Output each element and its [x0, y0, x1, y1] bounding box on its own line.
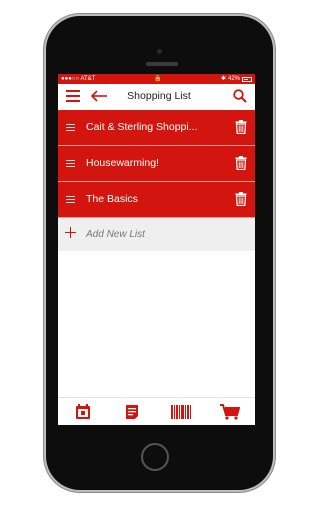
add-new-list-label: Add New List — [86, 229, 145, 240]
search-icon[interactable] — [233, 89, 247, 103]
nav-bar: Shopping List — [58, 84, 255, 108]
front-camera — [157, 49, 162, 54]
calendar-coupon-icon — [75, 403, 90, 419]
battery-icon — [242, 76, 252, 82]
lock-icon: 🔒 — [154, 76, 162, 82]
trash-icon[interactable] — [235, 192, 247, 206]
add-new-list-button[interactable]: Add New List — [58, 218, 255, 251]
tab-scanner[interactable] — [170, 402, 192, 422]
drag-handle-icon[interactable] — [66, 160, 75, 167]
list-item[interactable]: The Basics — [58, 182, 255, 218]
earpiece-speaker — [146, 62, 178, 66]
shopping-cart-icon — [220, 403, 241, 420]
drag-handle-icon[interactable] — [66, 124, 75, 131]
phone-frame: ●●●○○ AT&T 🔒 ✱ 42% Shopping List Cait & … — [46, 16, 273, 490]
trash-icon[interactable] — [235, 156, 247, 170]
status-bar: ●●●○○ AT&T 🔒 ✱ 42% — [58, 74, 255, 84]
home-button[interactable] — [141, 443, 169, 471]
list-document-icon — [125, 404, 138, 419]
barcode-icon — [171, 404, 192, 419]
shopping-lists: Cait & Sterling Shoppi... Housewarming! — [58, 110, 255, 251]
tab-lists[interactable] — [121, 402, 143, 422]
bottom-tab-bar — [58, 397, 255, 425]
list-item-label: Housewarming! — [86, 157, 159, 169]
list-item[interactable]: Housewarming! — [58, 146, 255, 182]
drag-handle-icon[interactable] — [66, 196, 75, 203]
arrow-left-icon[interactable] — [91, 90, 108, 102]
bluetooth-icon: ✱ — [220, 76, 226, 82]
status-right: ✱ 42% — [221, 74, 252, 84]
trash-icon[interactable] — [235, 120, 247, 134]
list-item-label: Cait & Sterling Shoppi... — [86, 121, 198, 133]
list-item-label: The Basics — [86, 193, 138, 205]
list-item[interactable]: Cait & Sterling Shoppi... — [58, 110, 255, 146]
battery-percent: 42% — [227, 76, 240, 82]
tab-coupons[interactable] — [72, 402, 94, 422]
carrier-label: ●●●○○ AT&T — [61, 76, 96, 82]
plus-icon — [65, 227, 76, 238]
hamburger-menu-icon[interactable] — [66, 90, 80, 102]
tab-cart[interactable] — [219, 402, 241, 422]
page-title: Shopping List — [127, 90, 191, 102]
app-screen: ●●●○○ AT&T 🔒 ✱ 42% Shopping List Cait & … — [58, 74, 255, 425]
